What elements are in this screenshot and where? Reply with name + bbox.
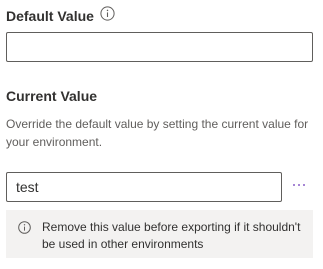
- export-warning-notice: Remove this value before exporting if it…: [6, 210, 313, 258]
- default-value-header: Default Value: [6, 5, 115, 26]
- info-circle-icon: [18, 221, 31, 234]
- current-value-input[interactable]: [6, 172, 282, 202]
- current-value-description: Override the default value by setting th…: [6, 117, 309, 149]
- environment-variable-panel: Default Value Current Value Override the…: [0, 0, 323, 269]
- ellipsis-icon: [293, 184, 295, 186]
- more-options-button[interactable]: [289, 176, 309, 194]
- info-icon[interactable]: [100, 5, 115, 21]
- default-value-input[interactable]: [6, 32, 313, 62]
- notice-text: Remove this value before exporting if it…: [42, 220, 301, 251]
- current-value-label: Current Value: [6, 88, 98, 104]
- default-value-label: Default Value: [6, 8, 94, 24]
